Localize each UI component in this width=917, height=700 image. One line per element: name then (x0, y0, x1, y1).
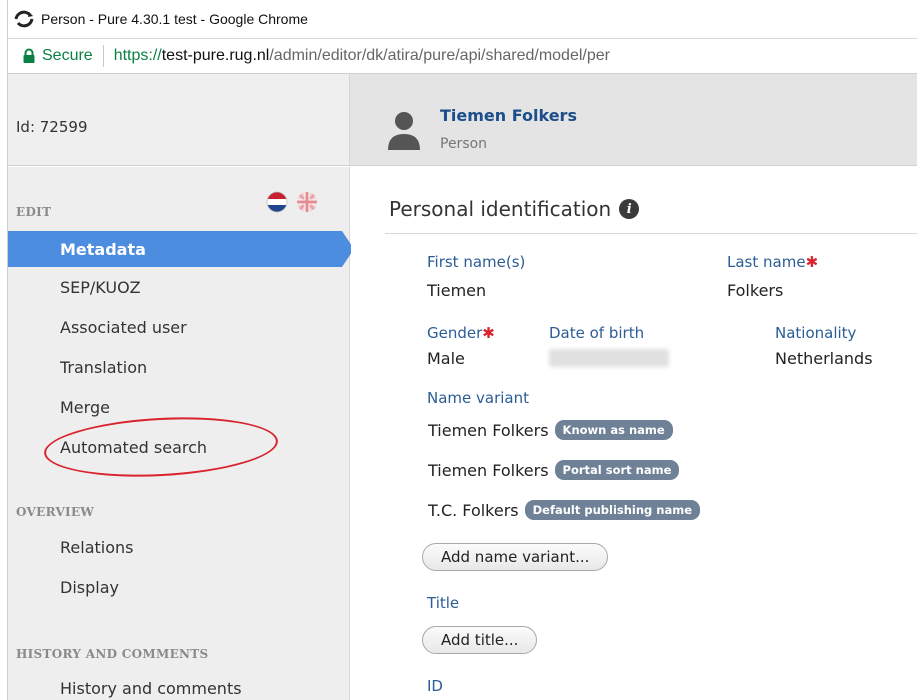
url-host: test-pure.rug.nl (161, 47, 270, 64)
url-path: /admin/editor/dk/atira/pure/api/shared/m… (269, 47, 610, 64)
add-name-variant-button[interactable]: Add name variant... (422, 543, 609, 571)
nationality-label: Nationality (775, 324, 857, 342)
address-bar[interactable]: Secure https://test-pure.rug.nl/admin/ed… (8, 38, 917, 74)
person-type: Person (440, 136, 488, 152)
sidebar-item-sep-kuoz[interactable]: SEP/KUOZ (8, 269, 342, 305)
record-id: Id: 72599 (16, 118, 88, 136)
url-scheme: https:// (113, 47, 162, 64)
sidebar: EDIT Metadata SEP/KUOZ Associated user T… (8, 167, 354, 700)
last-name-label: Last name✱ (727, 253, 818, 271)
person-name: Tiemen Folkers (440, 106, 577, 125)
required-asterisk-icon: ✱ (805, 253, 819, 271)
sidebar-section-edit: EDIT (16, 205, 52, 219)
sidebar-item-display[interactable]: Display (8, 569, 342, 605)
window-frame (0, 0, 8, 700)
sidebar-item-history[interactable]: History and comments (8, 670, 342, 700)
variant-name: T.C. Folkers (428, 500, 519, 520)
variant-name: Tiemen Folkers (428, 460, 549, 480)
variant-name: Tiemen Folkers (428, 420, 549, 440)
heading-divider (385, 233, 917, 234)
sidebar-section-overview: OVERVIEW (16, 505, 95, 519)
name-variant-row[interactable]: Tiemen Folkers Portal sort name (428, 460, 680, 480)
person-avatar-icon (386, 110, 422, 154)
sidebar-section-history: HISTORY AND COMMENTS (16, 647, 209, 661)
dutch-flag-icon[interactable] (266, 191, 288, 217)
name-variant-row[interactable]: Tiemen Folkers Known as name (428, 420, 673, 440)
name-variant-label: Name variant (427, 389, 530, 407)
last-name-value: Folkers (727, 281, 784, 300)
variant-badge: Default publishing name (524, 500, 701, 520)
gender-label-text: Gender (427, 324, 483, 342)
sidebar-item-associated-user[interactable]: Associated user (8, 309, 342, 345)
sidebar-item-relations[interactable]: Relations (8, 529, 342, 565)
language-flags (266, 191, 318, 217)
url-text[interactable]: https://test-pure.rug.nl/admin/editor/dk… (114, 47, 610, 65)
sidebar-item-translation[interactable]: Translation (8, 349, 342, 385)
first-name-label: First name(s) (427, 253, 526, 271)
address-divider (102, 45, 104, 67)
uk-flag-icon[interactable] (296, 191, 318, 217)
section-title: Personal identification (389, 197, 612, 221)
title-label: Title (427, 594, 460, 612)
chrome-logo-icon (13, 10, 35, 28)
header-id-panel: Id: 72599 (8, 74, 350, 165)
info-icon[interactable]: i (619, 199, 640, 219)
lock-icon[interactable] (22, 48, 36, 64)
variant-badge: Portal sort name (554, 460, 680, 480)
gender-value: Male (427, 349, 465, 368)
required-asterisk-icon: ✱ (482, 324, 495, 342)
variant-badge: Known as name (554, 420, 673, 440)
gender-label: Gender✱ (427, 324, 495, 342)
main-panel: Personal identification i First name(s) … (351, 167, 917, 700)
secure-label[interactable]: Secure (42, 47, 93, 65)
section-heading: Personal identification i (389, 197, 640, 221)
name-variant-row[interactable]: T.C. Folkers Default publishing name (428, 500, 701, 520)
sidebar-item-metadata[interactable]: Metadata (8, 231, 354, 267)
id-label: ID (427, 677, 443, 695)
last-name-label-text: Last name (727, 253, 806, 271)
add-title-button[interactable]: Add title... (422, 626, 538, 654)
date-of-birth-value-redacted (549, 349, 669, 367)
browser-titlebar: Person - Pure 4.30.1 test - Google Chrom… (8, 0, 917, 38)
window-title: Person - Pure 4.30.1 test - Google Chrom… (41, 11, 308, 27)
nationality-value: Netherlands (775, 349, 873, 368)
first-name-value: Tiemen (427, 281, 487, 300)
date-of-birth-label: Date of birth (549, 324, 645, 342)
editor-header: Id: 72599 Tiemen Folkers Person (8, 74, 917, 166)
